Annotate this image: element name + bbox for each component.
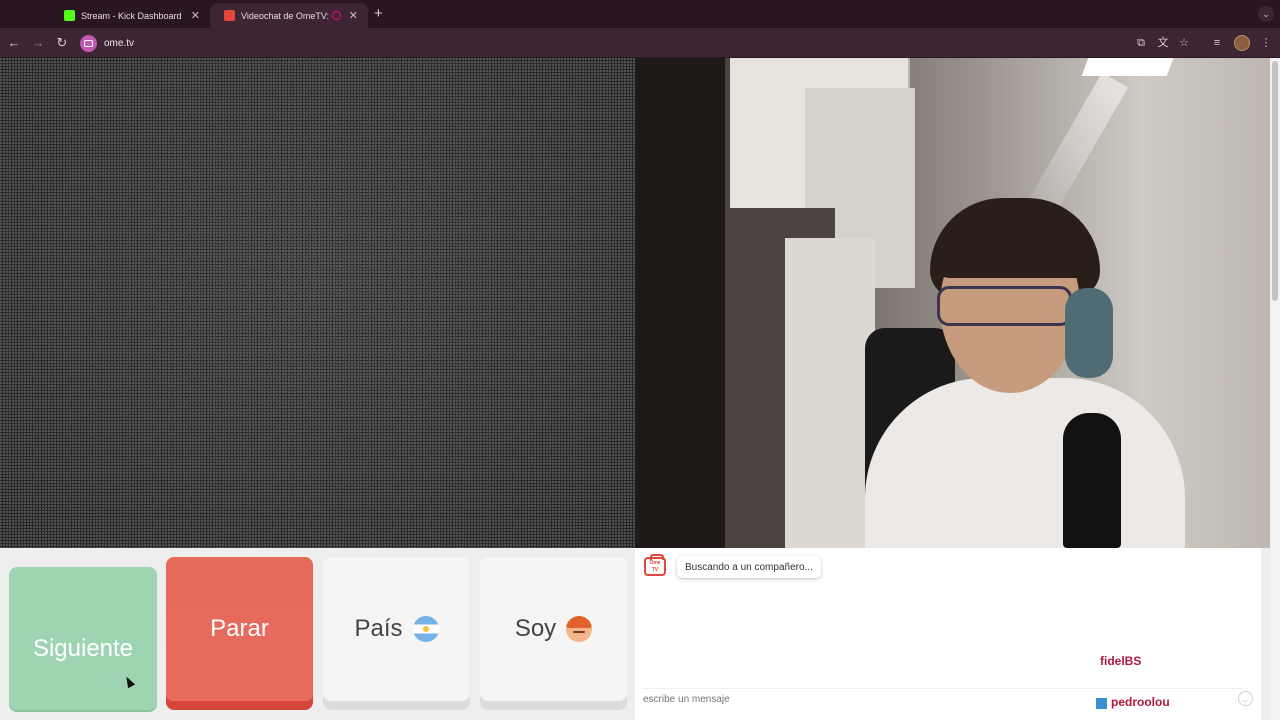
back-icon[interactable]: ←: [5, 34, 23, 52]
gender-button[interactable]: Soy: [480, 557, 627, 701]
own-webcam-video: [635, 58, 1270, 548]
overlay-username: pedroolou: [1111, 695, 1170, 709]
argentina-flag-icon: [412, 616, 439, 642]
emoji-picker-icon[interactable]: [1238, 691, 1253, 706]
country-button-label: País: [354, 615, 403, 642]
stop-button-label: Parar: [210, 615, 269, 642]
omnibox[interactable]: ome.tv: [80, 32, 1230, 54]
browser-tab-bar: Stream - Kick Dashboard ✕ Videochat de O…: [0, 0, 1280, 28]
profile-avatar[interactable]: [1234, 35, 1250, 51]
browser-menu-icon[interactable]: ⋮: [1258, 35, 1274, 51]
new-tab-button[interactable]: +: [374, 5, 383, 22]
translate-icon[interactable]: 文: [1155, 35, 1171, 51]
control-panel: Siguiente Parar País Soy: [0, 548, 635, 720]
bookmark-star-icon[interactable]: ☆: [1176, 35, 1192, 51]
stop-button[interactable]: Parar: [166, 557, 313, 701]
overlay-username: fidelBS: [1100, 654, 1142, 668]
open-in-icon[interactable]: ⧉: [1133, 35, 1149, 51]
ometv-page: Siguiente Parar País Soy Ome TV Buscando…: [0, 58, 1280, 720]
page-scrollbar[interactable]: [1270, 58, 1280, 720]
partner-video-static: [0, 58, 635, 548]
country-button[interactable]: País: [323, 557, 470, 701]
tab-title: Stream - Kick Dashboard: [81, 10, 182, 21]
recording-icon: [331, 11, 341, 20]
next-button[interactable]: Siguiente: [9, 567, 157, 710]
address-bar: ← → ↻ ome.tv ⧉ 文 ☆ ≡ ⋮: [0, 28, 1280, 58]
ometv-logo-icon: Ome TV: [644, 554, 666, 576]
subscriber-badge-icon: [1096, 697, 1107, 709]
gender-button-label: Soy: [514, 615, 557, 642]
tab-search-icon[interactable]: ⌄: [1258, 6, 1274, 22]
kick-favicon-icon: [64, 10, 75, 21]
boy-emoji-icon: [566, 616, 593, 642]
site-info-icon[interactable]: [80, 34, 97, 52]
url-text[interactable]: ome.tv: [104, 38, 134, 49]
next-button-label: Siguiente: [32, 634, 134, 662]
close-icon[interactable]: ✕: [349, 9, 358, 22]
close-icon[interactable]: ✕: [191, 9, 200, 22]
overlay-chat-line: fidelBS: [1100, 654, 1141, 668]
forward-icon[interactable]: →: [29, 34, 47, 52]
media-control-icon[interactable]: ≡: [1209, 35, 1225, 51]
overlay-chat-line: pedroolou: [1096, 695, 1170, 709]
tab-title: Videochat de OmeTV: alte: [241, 10, 332, 21]
ometv-favicon-icon: [224, 10, 235, 21]
scrollbar-thumb[interactable]: [1272, 61, 1278, 301]
tab-ometv[interactable]: Videochat de OmeTV: alte ✕: [210, 3, 368, 28]
reload-icon[interactable]: ↻: [53, 34, 71, 52]
tab-kick-dashboard[interactable]: Stream - Kick Dashboard ✕: [50, 3, 210, 28]
status-message: Buscando a un compañero...: [677, 556, 821, 578]
